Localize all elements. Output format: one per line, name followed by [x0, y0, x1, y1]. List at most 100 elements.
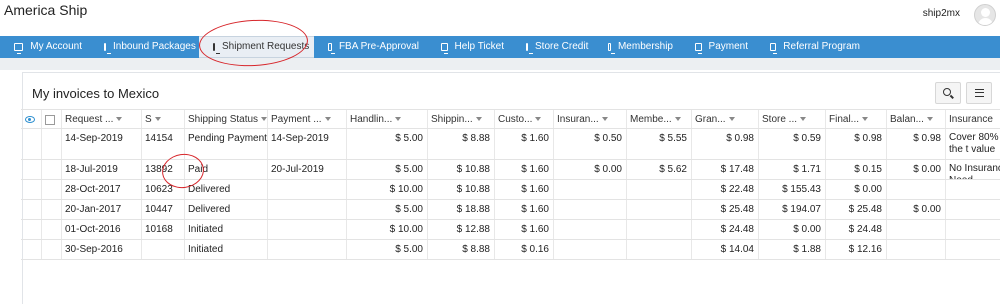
table-row[interactable]: 01-Oct-2016 10168 Initiated $ 10.00 $ 12.88 $…: [21, 220, 1000, 240]
avatar[interactable]: [974, 4, 996, 26]
sort-caret-icon[interactable]: [395, 117, 402, 122]
column-header[interactable]: Insuran...: [553, 110, 626, 128]
eye-icon[interactable]: [25, 116, 35, 123]
column-header[interactable]: Handlin...: [346, 110, 427, 128]
table-cell: [553, 220, 626, 239]
sort-caret-icon[interactable]: [674, 117, 681, 122]
table-cell: $ 8.88: [462, 244, 490, 255]
column-header[interactable]: Shippin...: [427, 110, 494, 128]
table-cell: Initiated: [188, 224, 224, 235]
column-header[interactable]: Shipping Status: [184, 110, 267, 128]
table-cell: $ 0.00: [594, 164, 622, 175]
column-header-label: S: [145, 114, 152, 125]
table-cell: $ 0.98: [913, 133, 941, 144]
table-cell: [553, 180, 626, 199]
nav-tab-inbound-packages[interactable]: Inbound Packages: [90, 36, 199, 58]
nav-tab-membership[interactable]: Membership: [594, 36, 681, 58]
column-header[interactable]: S: [141, 110, 184, 128]
invoice-table: Request ... S Shipping Status Payment ... Ha…: [21, 109, 1000, 260]
table-cell: 14154: [145, 133, 173, 144]
column-divider: [41, 220, 42, 239]
table-cell: $ 10.88: [456, 184, 490, 195]
table-cell: $ 0.16: [521, 244, 549, 255]
top-bar: America Ship ship2mx: [0, 0, 1000, 36]
table-cell: 13892: [145, 164, 173, 175]
column-divider: [41, 240, 42, 259]
table-cell: 10168: [145, 224, 173, 235]
table-cell: $ 18.88: [456, 204, 490, 215]
table-cell: [141, 240, 184, 259]
column-menu-button[interactable]: [966, 82, 992, 104]
nav-tab-store-credit[interactable]: Store Credit: [512, 36, 594, 58]
column-header-label: Insuran...: [557, 114, 599, 125]
app-title: America Ship: [4, 2, 88, 18]
sort-caret-icon[interactable]: [926, 117, 933, 122]
table-cell: $ 17.48: [720, 164, 754, 175]
nav-tab-my-account[interactable]: My Account: [0, 36, 90, 58]
column-header[interactable]: Gran...: [691, 110, 758, 128]
table-cell: $ 5.00: [395, 244, 423, 255]
monitor-icon: [695, 43, 702, 54]
column-header[interactable]: Payment ...: [267, 110, 346, 128]
column-header[interactable]: Final...: [825, 110, 886, 128]
table-cell: 10447: [145, 204, 173, 215]
sort-caret-icon[interactable]: [728, 117, 735, 122]
table-cell: $ 0.00: [793, 224, 821, 235]
main-nav: My Account Inbound Packages Shipment Reque…: [0, 36, 1000, 58]
column-header-label: Final...: [829, 114, 860, 125]
table-cell: [886, 180, 945, 199]
content-background: [0, 58, 1000, 70]
sort-caret-icon[interactable]: [535, 117, 542, 122]
sort-caret-icon[interactable]: [324, 117, 331, 122]
column-header[interactable]: Balan...: [886, 110, 945, 128]
sort-caret-icon[interactable]: [601, 117, 608, 122]
select-all-checkbox[interactable]: [45, 115, 55, 125]
table-cell: Pending Payment: [188, 133, 267, 144]
table-cell: 20-Jul-2019: [271, 164, 324, 175]
table-cell: [886, 220, 945, 239]
table-cell: [886, 240, 945, 259]
table-cell: [945, 200, 1000, 219]
table-row[interactable]: 28-Oct-2017 10623 Delivered $ 10.00 $ 10.88 $…: [21, 180, 1000, 200]
table-cell: [553, 240, 626, 259]
column-header[interactable]: Store ...: [758, 110, 825, 128]
sort-caret-icon[interactable]: [862, 117, 869, 122]
table-cell: 14-Sep-2019: [271, 133, 329, 144]
monitor-icon: [526, 43, 533, 54]
nav-tab-fba-pre-approval[interactable]: FBA Pre-Approval: [314, 36, 427, 58]
sort-caret-icon[interactable]: [800, 117, 807, 122]
nav-tab-label: Shipment Requests: [222, 41, 310, 52]
column-header[interactable]: Insurance: [945, 110, 1000, 128]
table-cell: $ 194.07: [782, 204, 821, 215]
nav-tab-label: FBA Pre-Approval: [338, 41, 419, 52]
column-header[interactable]: Request ...: [61, 110, 141, 128]
search-button[interactable]: [935, 82, 961, 104]
nav-tab-referral-program[interactable]: Referral Program: [756, 36, 868, 58]
username[interactable]: ship2mx: [923, 8, 960, 19]
table-row[interactable]: 20-Jan-2017 10447 Delivered $ 5.00 $ 18.88 $ …: [21, 200, 1000, 220]
monitor-icon: [328, 43, 335, 54]
table-cell: [267, 200, 346, 219]
column-divider: [41, 110, 42, 128]
page-title: My invoices to Mexico: [32, 86, 160, 101]
nav-tab-shipment-requests[interactable]: Shipment Requests: [199, 36, 314, 58]
table-cell: 10623: [145, 184, 173, 195]
column-header-label: Membe...: [630, 114, 672, 125]
sort-caret-icon[interactable]: [116, 117, 123, 122]
table-cell: $ 25.48: [720, 204, 754, 215]
column-header[interactable]: Custo...: [494, 110, 553, 128]
nav-tab-help-ticket[interactable]: Help Ticket: [427, 36, 512, 58]
nav-tab-payment[interactable]: Payment: [681, 36, 756, 58]
table-row[interactable]: 14-Sep-2019 14154 Pending Payment 14-Sep-20…: [21, 129, 1000, 160]
table-cell: Paid: [188, 164, 209, 175]
table-cell: $ 5.00: [395, 204, 423, 215]
sort-caret-icon[interactable]: [475, 117, 482, 122]
table-row[interactable]: 18-Jul-2019 13892 Paid 20-Jul-2019 $ 5.00 $ 1…: [21, 160, 1000, 180]
table-row[interactable]: 30-Sep-2016 Initiated $ 5.00 $ 8.88 $ 0.16 $ …: [21, 240, 1000, 260]
nav-tab-label: Membership: [617, 41, 673, 52]
nav-tab-label: Payment: [708, 41, 748, 52]
table-cell: $ 25.48: [848, 204, 882, 215]
column-header[interactable]: Membe...: [626, 110, 691, 128]
sort-caret-icon[interactable]: [154, 117, 161, 122]
table-cell: Initiated: [188, 244, 224, 255]
